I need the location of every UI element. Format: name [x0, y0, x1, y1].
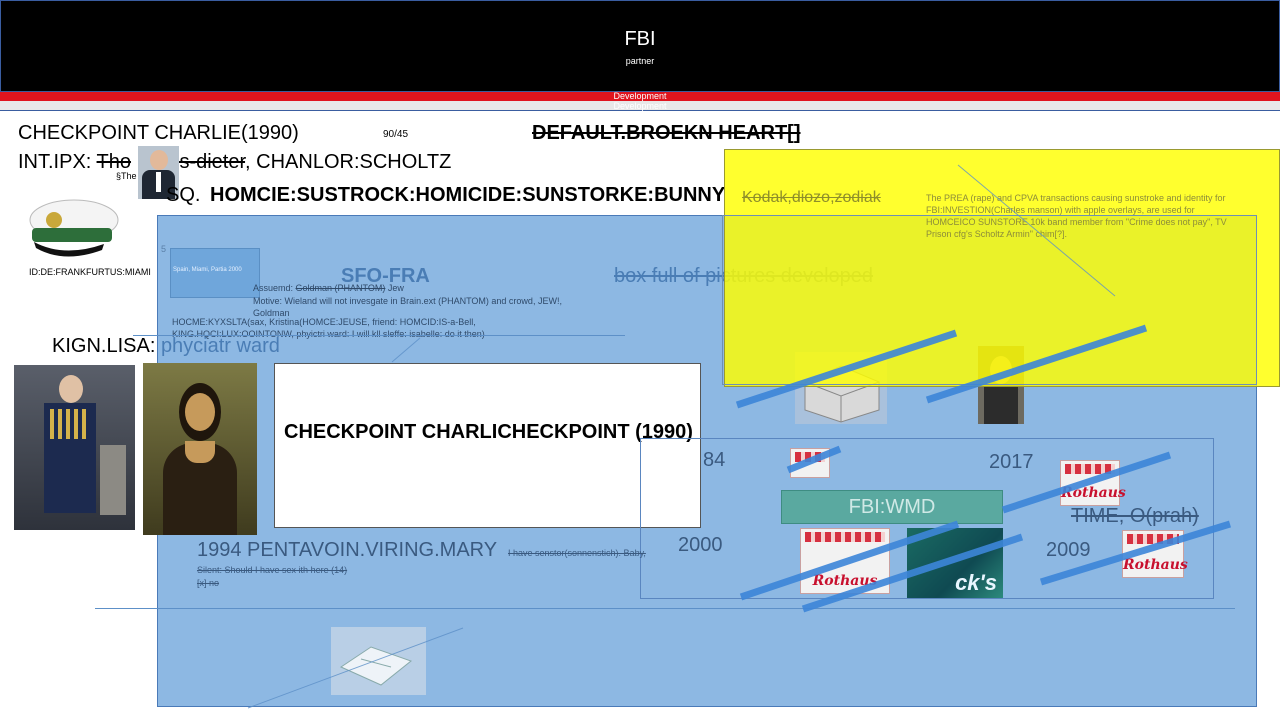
diagonal-lines-overlay	[247, 164, 1232, 709]
